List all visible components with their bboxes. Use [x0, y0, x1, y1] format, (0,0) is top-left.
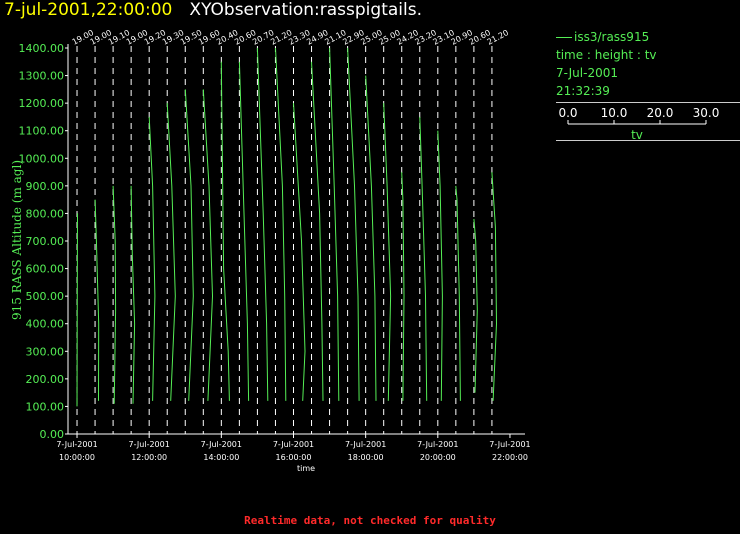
profile-trace	[347, 47, 360, 401]
quality-warning: Realtime data, not checked for quality	[244, 514, 496, 527]
y-tick-label: 1300.00	[19, 70, 65, 83]
x-tick-date: 7-Jul-2001	[273, 440, 314, 449]
x-tick-labels: 7-Jul-2001 10:00:00 7-Jul-2001 12:00:00 7-Ju…	[56, 440, 530, 462]
y-tick-label: 1000.00	[19, 152, 65, 165]
profile-trace	[455, 185, 461, 401]
profile-trace	[202, 89, 214, 401]
legend-divider-bottom	[556, 140, 740, 141]
profile-trace	[148, 116, 156, 401]
profile-value-labels: 19.0019.0019.1019.0019.2019.3019.5019.60…	[71, 28, 510, 47]
profile-trace	[311, 61, 324, 401]
y-tick-label: 500.00	[26, 290, 65, 303]
profile-trace	[419, 116, 428, 401]
legend-panel: iss3/rass915 time : height : tv 7-Jul-20…	[556, 28, 740, 142]
profile-trace	[76, 213, 78, 407]
y-tick-label: 100.00	[26, 400, 65, 413]
tv-scale: 0.0 10.0 20.0 30.0 tv	[556, 106, 740, 142]
y-tick-label: 200.00	[26, 373, 65, 386]
legend-divider	[556, 102, 740, 103]
y-tick-label: 1100.00	[19, 125, 65, 138]
x-tick-date: 7-Jul-2001	[489, 440, 530, 449]
x-tick-date: 7-Jul-2001	[56, 440, 97, 449]
profile-trace	[437, 130, 443, 401]
y-tick-label: 700.00	[26, 235, 65, 248]
profile-trace	[491, 172, 498, 401]
legend-line-swatch	[556, 37, 572, 38]
profile-trace	[383, 103, 392, 401]
profile-trace	[473, 218, 478, 393]
profile-trace	[365, 75, 377, 401]
profile-trace	[293, 103, 306, 401]
profile-trace	[220, 61, 230, 401]
legend-axes: time : height : tv	[556, 48, 657, 62]
profile-trace	[275, 47, 287, 401]
legend-time: 21:32:39	[556, 84, 610, 98]
scale-bar	[567, 120, 707, 125]
profile-trace	[112, 185, 117, 404]
y-tick-label: 800.00	[26, 207, 65, 220]
profile-trace	[256, 47, 269, 401]
y-tick-labels: 0.00100.00200.00300.00400.00500.00600.00…	[19, 42, 65, 441]
profile-trace	[238, 61, 250, 401]
x-tick-date: 7-Jul-2001	[201, 440, 242, 449]
x-tick-time: 16:00:00	[276, 453, 312, 462]
y-tick-label: 400.00	[26, 318, 65, 331]
x-axis-label: time	[297, 464, 315, 473]
legend-source: iss3/rass915	[574, 30, 650, 44]
profile-traces	[76, 47, 498, 407]
y-axis-label: 915 RASS Altitude (m agl)	[10, 160, 24, 320]
profile-trace	[166, 103, 176, 401]
profile-trace	[329, 47, 340, 401]
y-tick-label: 1200.00	[19, 97, 65, 110]
x-tick-date: 7-Jul-2001	[345, 440, 386, 449]
x-tick-time: 22:00:00	[492, 453, 528, 462]
profile-trace	[130, 185, 136, 404]
y-tick-label: 900.00	[26, 180, 65, 193]
legend-date: 7-Jul-2001	[556, 66, 618, 80]
x-tick-time: 14:00:00	[203, 453, 239, 462]
x-tick-date: 7-Jul-2001	[417, 440, 458, 449]
profile-trace	[94, 199, 100, 401]
y-tick-label: 300.00	[26, 345, 65, 358]
profile-guide-lines	[76, 46, 493, 434]
x-tick-time: 20:00:00	[420, 453, 456, 462]
x-tick-time: 10:00:00	[59, 453, 95, 462]
legend-series: iss3/rass915	[556, 28, 740, 46]
y-tick-label: 1400.00	[19, 42, 65, 55]
y-tick-label: 600.00	[26, 263, 65, 276]
x-tick-time: 12:00:00	[131, 453, 167, 462]
profile-trace	[184, 89, 194, 401]
x-tick-date: 7-Jul-2001	[129, 440, 170, 449]
x-tick-time: 18:00:00	[348, 453, 384, 462]
